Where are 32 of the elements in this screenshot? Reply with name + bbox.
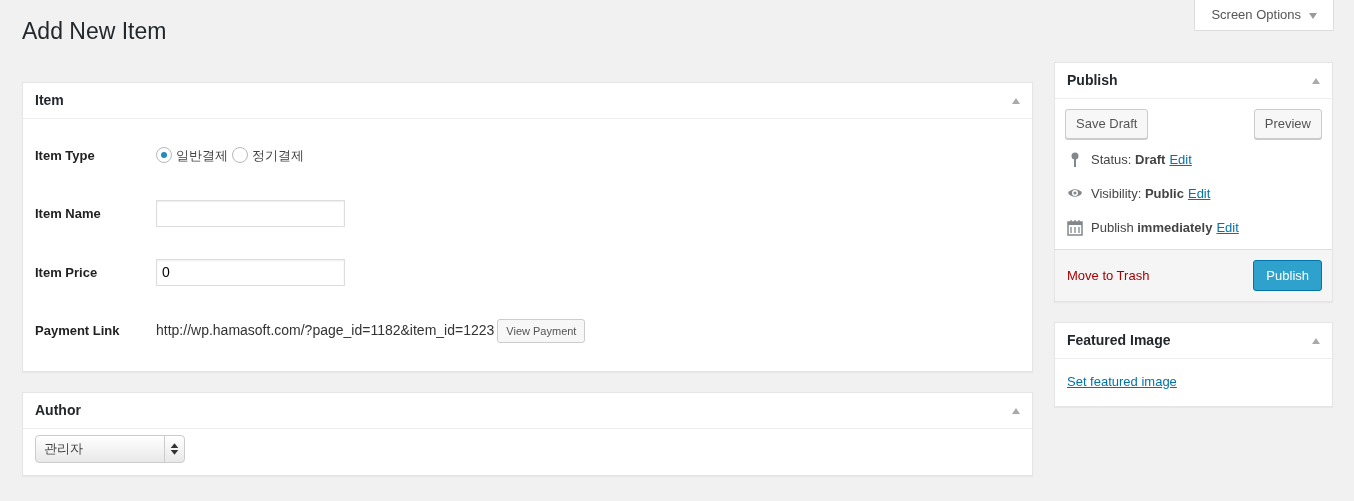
text-field[interactable]: 0 [156, 258, 345, 286]
field-label: Item Name [35, 205, 102, 223]
collapse-icon[interactable] [1312, 337, 1320, 344]
payment-url: http://wp.hamasoft.com/?page_id=1182&item_id=1223 [156, 321, 495, 341]
panel-title: Featured Image [1067, 331, 1171, 350]
field-label: Item Price [35, 263, 99, 282]
calendar-icon [1067, 219, 1083, 236]
set-featured-image-link[interactable]: Set featured image [1067, 374, 1177, 389]
view-payment-button[interactable]: View Payment [497, 318, 586, 343]
page-title: Add New Item [22, 17, 167, 46]
edit-link[interactable]: Edit [1216, 217, 1239, 238]
collapse-icon[interactable] [1312, 77, 1320, 84]
publish-setting-text: Publish immediately [1091, 218, 1213, 237]
author-select[interactable]: 관리자 [35, 435, 185, 463]
panel-title: Item [35, 91, 64, 110]
preview-button[interactable]: Preview [1253, 109, 1322, 139]
save-draft-button[interactable]: Save Draft [1065, 109, 1149, 139]
publish-setting-text: Visibility: Public [1091, 184, 1184, 203]
radio-label: 일반결제 [176, 146, 228, 165]
text-field[interactable] [156, 200, 345, 228]
panel-title: Author [35, 401, 81, 420]
publish-setting-text: Status: Draft [1091, 150, 1166, 169]
collapse-icon[interactable] [1012, 407, 1020, 414]
radio-label: 정기결제 [252, 146, 304, 165]
panel-title: Publish [1067, 71, 1118, 90]
edit-link[interactable]: Edit [1187, 183, 1211, 204]
field-label: Payment Link [35, 322, 121, 340]
screen-options-tab[interactable]: Screen Options [1194, 0, 1334, 31]
collapse-icon[interactable] [1012, 97, 1020, 104]
edit-link[interactable]: Edit [1169, 149, 1192, 170]
field-label: Item Type [35, 146, 96, 165]
trash-link[interactable]: Move to Trash [1067, 265, 1150, 285]
